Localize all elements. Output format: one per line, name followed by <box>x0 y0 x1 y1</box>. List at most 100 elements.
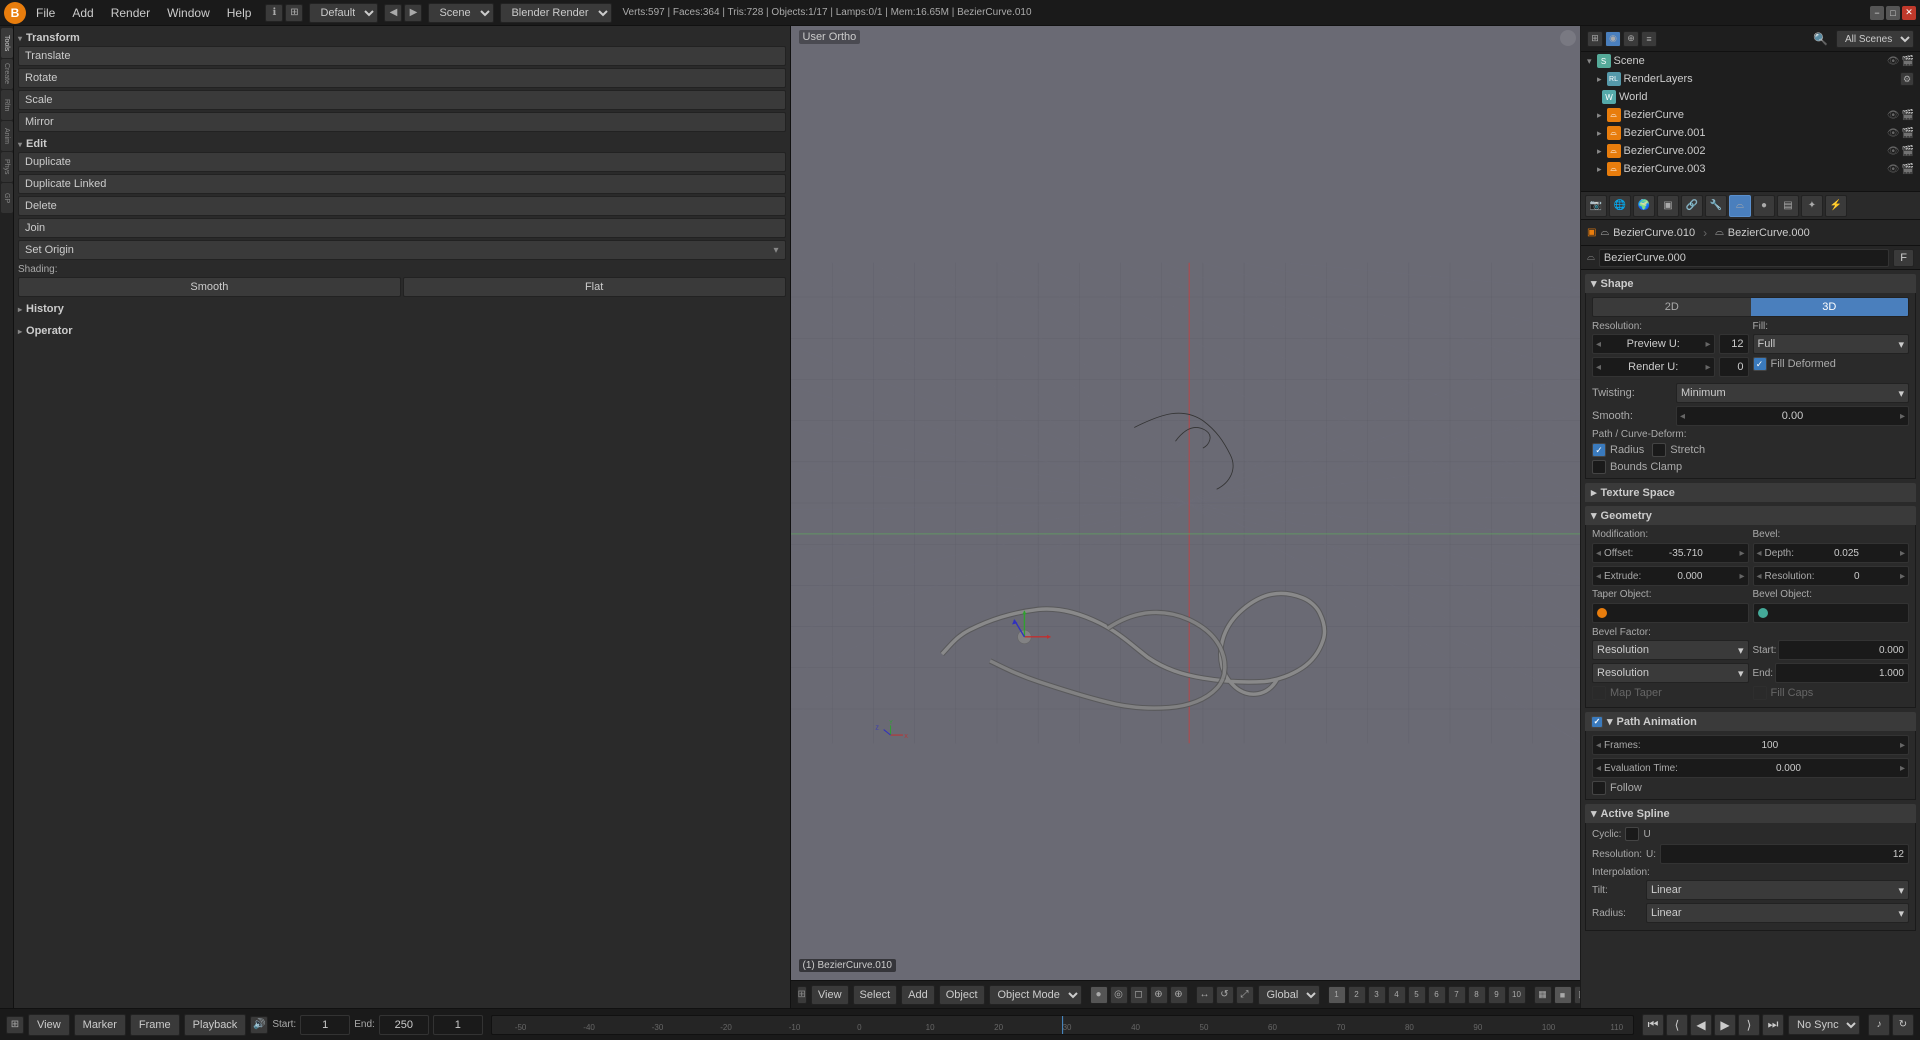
menu-help[interactable]: Help <box>219 4 260 22</box>
create-tab[interactable]: Create <box>1 59 13 89</box>
current-frame-input[interactable] <box>433 1015 483 1035</box>
rotate-button[interactable]: Rotate <box>18 68 786 88</box>
curve-cam4[interactable]: 🎬 <box>1902 164 1914 175</box>
layer-icon4[interactable]: 4 <box>1388 986 1406 1004</box>
cyclic-u-check[interactable] <box>1625 827 1639 841</box>
scene-vis-icon[interactable]: 👁 <box>1887 56 1900 67</box>
render-wire-icon[interactable]: ▣ <box>1574 986 1581 1004</box>
transform-icon2[interactable]: ↺ <box>1216 986 1234 1004</box>
outliner-item-beziercurve002[interactable]: ▸ ⌓ BezierCurve.002 👁 🎬 <box>1581 142 1920 160</box>
renderlayer-settings-icon[interactable]: ⚙ <box>1900 72 1914 86</box>
maximize-button[interactable]: □ <box>1886 6 1900 20</box>
view-menu[interactable]: View <box>811 985 849 1005</box>
render-u-input[interactable] <box>1719 357 1749 377</box>
scene-select[interactable]: Scene <box>428 3 494 23</box>
3d-button[interactable]: 3D <box>1751 298 1909 316</box>
bevel-object-field[interactable] <box>1753 603 1910 623</box>
geometry-header[interactable]: ▾ Geometry <box>1585 506 1916 525</box>
duplicate-linked-button[interactable]: Duplicate Linked <box>18 174 786 194</box>
audio-sync-icon[interactable]: ♪ <box>1868 1014 1890 1036</box>
play-back-btn[interactable]: ◀ <box>1690 1014 1712 1036</box>
world-props-icon[interactable]: 🌍 <box>1633 195 1655 217</box>
transform-icon3[interactable]: ⤢ <box>1236 986 1254 1004</box>
bevel-res-inc[interactable]: ▸ <box>1897 571 1908 582</box>
physics-props-icon[interactable]: ⚡ <box>1825 195 1847 217</box>
mirror-button[interactable]: Mirror <box>18 112 786 132</box>
minimize-button[interactable]: − <box>1870 6 1884 20</box>
bevel-factor-dropdown1[interactable]: Resolution ▾ <box>1592 640 1749 660</box>
twisting-dropdown[interactable]: Minimum ▾ <box>1676 383 1909 403</box>
relations-tab[interactable]: Rltn <box>1 90 13 120</box>
operator-section[interactable]: ▸ Operator <box>18 323 786 339</box>
delete-button[interactable]: Delete <box>18 196 786 216</box>
data-name-field[interactable] <box>1599 249 1889 267</box>
timeline-marker[interactable]: Marker <box>74 1014 126 1036</box>
next-keyframe-btn[interactable]: ⟩ <box>1738 1014 1760 1036</box>
offset-inc[interactable]: ▸ <box>1736 548 1747 559</box>
path-animation-header[interactable]: ✓ ▾ Path Animation <box>1585 712 1916 731</box>
frames-inc[interactable]: ▸ <box>1897 740 1908 751</box>
extrude-inc[interactable]: ▸ <box>1736 571 1747 582</box>
curve-vis1[interactable]: 👁 <box>1887 110 1900 121</box>
eval-inc[interactable]: ▸ <box>1897 763 1908 774</box>
jump-end-btn[interactable]: ⏭ <box>1762 1014 1784 1036</box>
offset-dec[interactable]: ◂ <box>1593 548 1604 559</box>
outliner-item-beziercurve003[interactable]: ▸ ⌓ BezierCurve.003 👁 🎬 <box>1581 160 1920 178</box>
draw-type-icon3[interactable]: ◻ <box>1130 986 1148 1004</box>
bounds-clamp-check[interactable] <box>1592 460 1606 474</box>
render-u-field[interactable]: ◂ Render U: ▸ <box>1592 357 1715 377</box>
animation-tab[interactable]: Anim <box>1 121 13 151</box>
timeline-type-icon[interactable]: ⊞ <box>6 1016 24 1034</box>
select-menu[interactable]: Select <box>853 985 898 1005</box>
smooth-inc[interactable]: ▸ <box>1897 411 1908 422</box>
map-taper-check[interactable] <box>1592 686 1606 700</box>
viewport-type-icon[interactable]: ⊞ <box>797 986 807 1004</box>
taper-object-field[interactable] <box>1592 603 1749 623</box>
material-props-icon[interactable]: ● <box>1753 195 1775 217</box>
physics-tab[interactable]: Phys <box>1 152 13 182</box>
preview-u-field[interactable]: ◂ Preview U: ▸ <box>1592 334 1715 354</box>
transform-section[interactable]: ▾ Transform <box>18 30 786 46</box>
fake-user-button[interactable]: F <box>1893 249 1914 267</box>
radius-dropdown[interactable]: Linear ▾ <box>1646 903 1909 923</box>
extrude-field[interactable]: ◂ Extrude: 0.000 ▸ <box>1592 566 1749 586</box>
smooth-dec[interactable]: ◂ <box>1677 411 1688 422</box>
scene-cam-icon[interactable]: 🎬 <box>1902 56 1914 67</box>
scene-props-icon[interactable]: 🌐 <box>1609 195 1631 217</box>
eval-time-field[interactable]: ◂ Evaluation Time: 0.000 ▸ <box>1592 758 1909 778</box>
tools-tab[interactable]: Tools <box>1 28 13 58</box>
outliner-type-icon[interactable]: ⊞ <box>1587 31 1603 47</box>
radius-check[interactable]: ✓ <box>1592 443 1606 457</box>
particles-props-icon[interactable]: ✦ <box>1801 195 1823 217</box>
depth-inc[interactable]: ▸ <box>1897 548 1908 559</box>
outliner-item-world[interactable]: W World <box>1581 88 1920 106</box>
object-props-icon[interactable]: ▣ <box>1657 195 1679 217</box>
workspace-select[interactable]: Default <box>309 3 378 23</box>
outliner-item-beziercurve[interactable]: ▸ ⌓ BezierCurve 👁 🎬 <box>1581 106 1920 124</box>
menu-file[interactable]: File <box>28 4 63 22</box>
render-props-icon[interactable]: 📷 <box>1585 195 1607 217</box>
bevel-res-dec[interactable]: ◂ <box>1754 571 1765 582</box>
extrude-dec[interactable]: ◂ <box>1593 571 1604 582</box>
2d-button[interactable]: 2D <box>1593 298 1751 316</box>
layer-icon2[interactable]: 2 <box>1348 986 1366 1004</box>
preview-u-inc[interactable]: ▸ <box>1702 339 1713 350</box>
blender-logo[interactable]: B <box>4 2 26 24</box>
bevel-factor-dropdown2[interactable]: Resolution ▾ <box>1592 663 1749 683</box>
outliner-item-renderlayers[interactable]: ▸ RL RenderLayers ⚙ <box>1581 70 1920 88</box>
draw-type-icon2[interactable]: ◎ <box>1110 986 1128 1004</box>
data-props-icon[interactable]: ⌓ <box>1729 195 1751 217</box>
render-preview-icon[interactable]: ▦ <box>1534 986 1552 1004</box>
viewport-corner[interactable] <box>1560 30 1576 46</box>
depth-field[interactable]: ◂ Depth: 0.025 ▸ <box>1753 543 1910 563</box>
outliner-search[interactable]: 🔍 <box>1813 32 1828 46</box>
filter-icon[interactable]: ⊕ <box>1623 31 1639 47</box>
scale-button[interactable]: Scale <box>18 90 786 110</box>
modifier-props-icon[interactable]: 🔧 <box>1705 195 1727 217</box>
preview-u-dec[interactable]: ◂ <box>1593 339 1604 350</box>
layer-icon1[interactable]: 1 <box>1328 986 1346 1004</box>
outliner-item-beziercurve001[interactable]: ▸ ⌓ BezierCurve.001 👁 🎬 <box>1581 124 1920 142</box>
render-u-dec[interactable]: ◂ <box>1593 362 1604 373</box>
curve-vis3[interactable]: 👁 <box>1887 146 1900 157</box>
menu-window[interactable]: Window <box>159 4 218 22</box>
